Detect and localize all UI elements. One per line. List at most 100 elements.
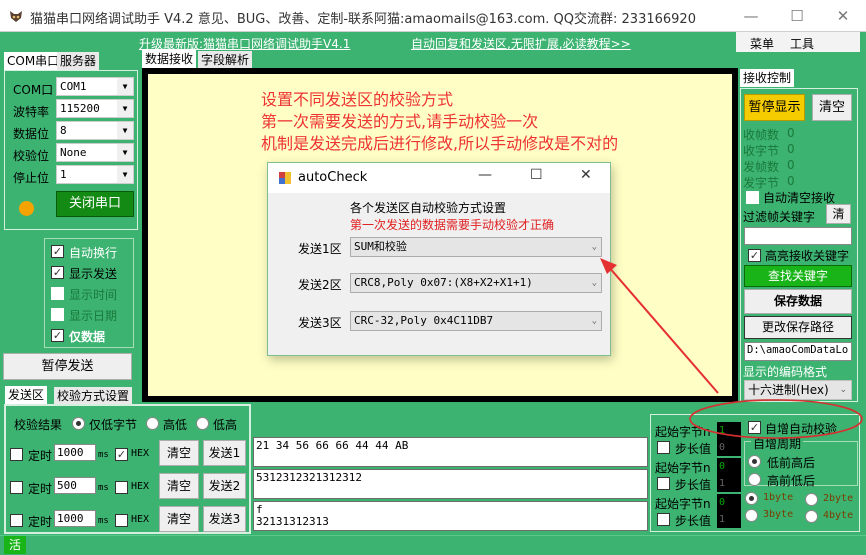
start-byte-3-label: 起始字节n [655, 497, 711, 511]
close-button[interactable]: ✕ [820, 0, 866, 32]
data-only-label: 仅数据 [69, 330, 106, 344]
high-low-radio[interactable] [146, 417, 159, 430]
tab-check-settings[interactable]: 校验方式设置 [54, 387, 133, 405]
save-data-button[interactable]: 保存数据 [744, 289, 852, 314]
step-1-checkbox[interactable] [657, 441, 670, 454]
rx-frames-label: 收帧数 [743, 128, 780, 142]
menu-item-menu[interactable]: 菜单 [750, 35, 774, 52]
data-only-checkbox[interactable]: ✓ [51, 329, 64, 342]
step-3-input[interactable]: 1 [717, 511, 741, 528]
timer-3-interval-input[interactable]: 1000 [54, 510, 96, 527]
send-3-button[interactable]: 发送3 [203, 506, 246, 532]
show-time-checkbox[interactable] [51, 287, 64, 300]
clear-3-button[interactable]: 清空 [159, 506, 199, 532]
tab-send-area[interactable]: 发送区 [5, 386, 48, 404]
rx-bytes-label: 收字节 [743, 144, 780, 158]
find-keyword-button[interactable]: 查找关键字 [744, 265, 852, 287]
size-2byte-radio[interactable] [805, 493, 818, 506]
clear-1-button[interactable]: 清空 [159, 440, 199, 466]
menu-item-tools[interactable]: 工具 [790, 35, 814, 52]
tab-server[interactable]: 服务器 [57, 52, 100, 70]
size-1byte-label: 1byte [763, 492, 794, 503]
dropdown-arrow-icon: ▼ [117, 100, 133, 117]
auto-clear-checkbox[interactable] [746, 191, 759, 204]
size-1byte-radio[interactable] [745, 492, 758, 505]
show-send-checkbox[interactable]: ✓ [51, 266, 64, 279]
timer-2-interval-input[interactable]: 500 [54, 477, 96, 494]
low-byte-only-radio[interactable] [72, 417, 85, 430]
pause-display-button[interactable]: 暂停显示 [744, 94, 805, 121]
com-port-value: COM1 [60, 80, 87, 93]
tab-data-receive[interactable]: 数据接收 [142, 50, 197, 68]
hex-2-label: HEX [131, 481, 150, 492]
dialog-minimize-button[interactable]: — [478, 167, 492, 183]
stop-bits-value: 1 [60, 168, 67, 181]
show-date-checkbox[interactable] [51, 308, 64, 321]
hex-1-checkbox[interactable]: ✓ [115, 448, 128, 461]
start-byte-1-label: 起始字节n [655, 425, 711, 439]
send-area-panel: 校验结果 仅低字节 高低 低高 定时 1000 ms ✓ HEX 清空 发送1 … [4, 404, 251, 534]
data-bits-select[interactable]: 8 ▼ [56, 121, 134, 140]
step-2-input[interactable]: 1 [717, 475, 741, 492]
dialog-maximize-button[interactable]: ☐ [530, 167, 543, 183]
status-bar [0, 535, 866, 555]
send-1-button[interactable]: 发送1 [203, 440, 246, 466]
low-first-radio[interactable] [748, 455, 761, 468]
chevron-down-icon: ⌄ [839, 385, 847, 395]
send-2-button[interactable]: 发送2 [203, 473, 246, 499]
tx-bytes-value: 0 [787, 174, 795, 188]
stop-bits-select[interactable]: 1 ▼ [56, 165, 134, 184]
highlight-keyword-checkbox[interactable]: ✓ [748, 249, 761, 262]
tutorial-link[interactable]: 自动回复和发送区,无限扩展,必读教程>> [411, 35, 631, 52]
send-2-textarea[interactable]: 5312312321312312 [253, 469, 648, 499]
clear-receive-button[interactable]: 清空 [812, 94, 852, 121]
start-byte-2-input[interactable]: 0 [717, 458, 741, 475]
size-3byte-radio[interactable] [745, 509, 758, 522]
change-save-path-button[interactable]: 更改保存路径 [744, 316, 852, 339]
com-port-select[interactable]: COM1 ▼ [56, 77, 134, 96]
timer-3-checkbox[interactable] [10, 514, 23, 527]
data-bits-value: 8 [60, 124, 67, 137]
size-4byte-radio[interactable] [805, 510, 818, 523]
timer-2-unit: ms [98, 483, 109, 493]
start-byte-1-input[interactable]: 1 [717, 422, 741, 439]
step-2-checkbox[interactable] [657, 477, 670, 490]
clear-2-button[interactable]: 清空 [159, 473, 199, 499]
filter-clear-button[interactable]: 清 [826, 204, 851, 224]
hex-3-checkbox[interactable] [115, 514, 128, 527]
tab-field-parse[interactable]: 字段解析 [198, 51, 253, 69]
send-zone-3-check-select[interactable]: CRC-32,Poly 0x4C11DB7 ⌄ [350, 311, 602, 331]
send-3-textarea[interactable]: f 32131312313 [253, 501, 648, 531]
encoding-select[interactable]: 十六进制(Hex) ⌄ [744, 380, 852, 400]
start-byte-3-input[interactable]: 0 [717, 494, 741, 511]
step-1-input[interactable]: 0 [717, 439, 741, 456]
hex-2-checkbox[interactable] [115, 481, 128, 494]
low-high-radio[interactable] [196, 417, 209, 430]
step-3-checkbox[interactable] [657, 513, 670, 526]
close-port-button[interactable]: 关闭串口 [56, 191, 134, 217]
timer-1-checkbox[interactable] [10, 448, 23, 461]
timer-2-checkbox[interactable] [10, 481, 23, 494]
high-first-radio[interactable] [748, 473, 761, 486]
pause-send-button[interactable]: 暂停发送 [3, 353, 132, 380]
save-path-field[interactable]: D:\amaoComDataLo [744, 342, 852, 361]
minimize-button[interactable]: — [728, 0, 774, 32]
maximize-button[interactable]: ☐ [774, 0, 820, 32]
send-zone-2-check-select[interactable]: CRC8,Poly 0x07:(X8+X2+X1+1) ⌄ [350, 273, 602, 293]
timer-1-unit: ms [98, 450, 109, 460]
auto-wrap-checkbox[interactable]: ✓ [51, 245, 64, 258]
dialog-close-button[interactable]: ✕ [580, 167, 592, 183]
dropdown-arrow-icon: ▼ [117, 122, 133, 139]
timer-1-interval-input[interactable]: 1000 [54, 444, 96, 461]
tab-receive-control[interactable]: 接收控制 [740, 69, 795, 87]
check-result-label: 校验结果 [14, 418, 63, 432]
auto-wrap-label: 自动换行 [69, 246, 118, 260]
send-zone-1-check-select[interactable]: SUM和校验 ⌄ [350, 237, 602, 257]
parity-select[interactable]: None ▼ [56, 143, 134, 162]
auto-inc-check-checkbox[interactable]: ✓ [748, 421, 761, 434]
stop-bits-label: 停止位 [13, 171, 50, 185]
baud-rate-select[interactable]: 115200 ▼ [56, 99, 134, 118]
filter-keyword-input[interactable] [744, 227, 852, 245]
send-1-textarea[interactable]: 21 34 56 66 66 44 44 AB [253, 437, 648, 467]
tab-com-port[interactable]: COM串口 [4, 52, 63, 70]
